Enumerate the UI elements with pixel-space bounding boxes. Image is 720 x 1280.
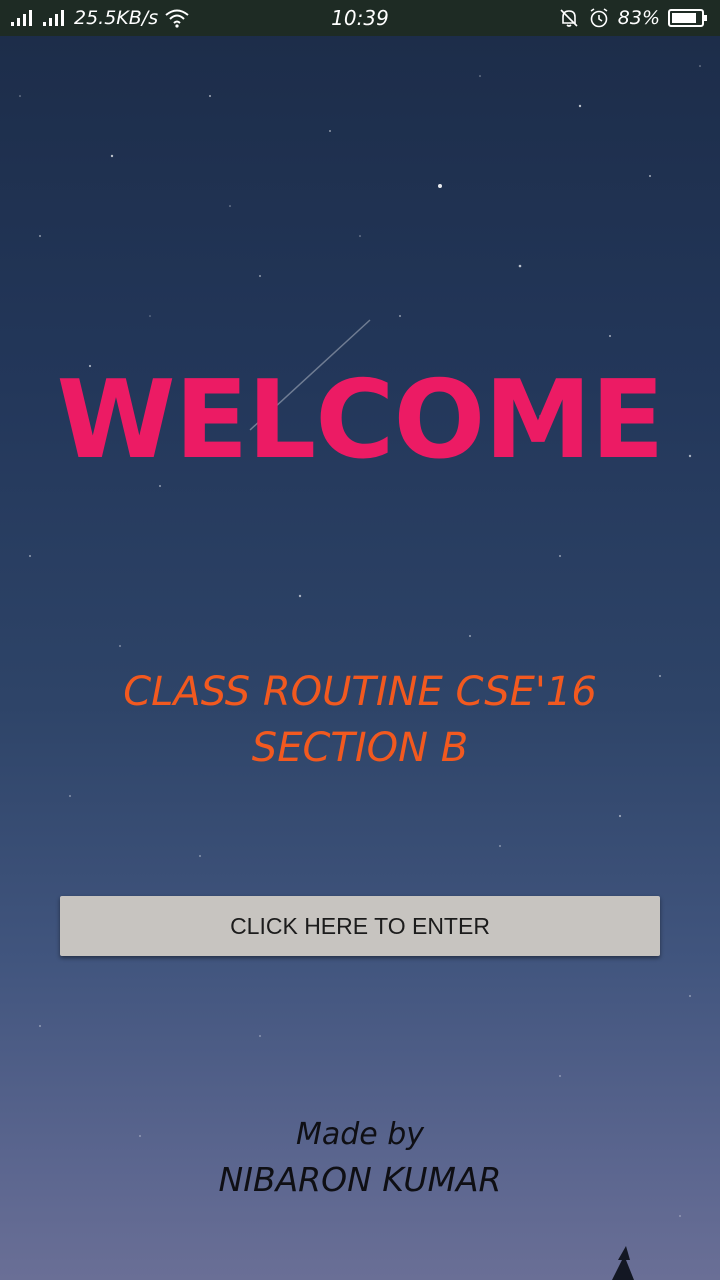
status-right: 83%: [558, 0, 708, 36]
credit-line1: Made by: [295, 1117, 425, 1152]
battery-percent: 83%: [617, 7, 660, 29]
battery-icon: [668, 8, 708, 28]
bell-off-icon: [558, 7, 580, 29]
subtitle-line2: SECTION B: [251, 725, 469, 771]
subtitle-line1: CLASS ROUTINE CSE'16: [123, 669, 597, 715]
starry-sky-background: [19, 65, 701, 1280]
alarm-icon: [588, 7, 610, 29]
status-bar: 25.5KB/s 10:39 83%: [0, 0, 720, 36]
enter-button[interactable]: CLICK HERE TO ENTER: [60, 896, 660, 956]
welcome-title: WELCOME: [56, 358, 664, 483]
subtitle: CLASS ROUTINE CSE'16 SECTION B: [0, 664, 720, 776]
credit: Made by NIBARON KUMAR: [0, 1114, 720, 1204]
credit-author: NIBARON KUMAR: [218, 1160, 502, 1199]
